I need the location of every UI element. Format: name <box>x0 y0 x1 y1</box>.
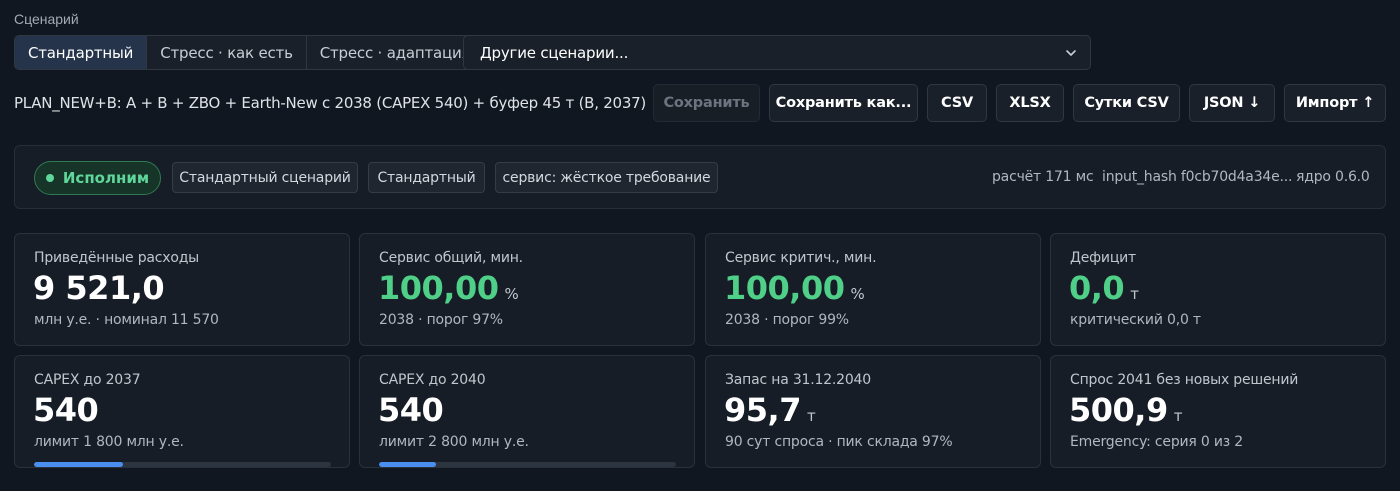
card-label: Сервис общий, мин. <box>379 250 523 266</box>
export-daily-csv-button[interactable]: Сутки CSV <box>1073 84 1180 122</box>
card-sub: млн у.е. · номинал 11 570 <box>34 312 219 328</box>
chevron-down-icon <box>1066 49 1076 56</box>
input-hash: input_hash f0cb70d4a34e... <box>1102 169 1293 185</box>
kpi-card-capex-2037: CAPEX до 2037 540 лимит 1 800 млн у.е. <box>14 355 350 468</box>
card-value: 0,0 <box>1069 269 1125 307</box>
tag-scenario: Стандартный сценарий <box>172 162 358 193</box>
tab-stress-as-is[interactable]: Стресс · как есть <box>147 36 307 69</box>
capex-progress-bar <box>379 462 676 467</box>
card-label: CAPEX до 2040 <box>379 372 486 388</box>
export-csv-button[interactable]: CSV <box>927 84 987 122</box>
kpi-card-deficit: Дефицит 0,0 т критический 0,0 т <box>1050 233 1386 346</box>
export-xlsx-button[interactable]: XLSX <box>996 84 1064 122</box>
card-value: 9 521,0 <box>33 269 165 307</box>
card-label: Дефицит <box>1070 250 1137 266</box>
save-as-button[interactable]: Сохранить как... <box>769 84 918 122</box>
kpi-card-discounted-costs: Приведённые расходы 9 521,0 млн у.е. · н… <box>14 233 350 346</box>
capex-progress-fill <box>34 462 124 467</box>
core-version: ядро 0.6.0 <box>1296 169 1370 185</box>
save-button[interactable]: Сохранить <box>653 84 760 122</box>
card-label: Сервис критич., мин. <box>725 250 877 266</box>
card-sub: критический 0,0 т <box>1070 312 1201 328</box>
card-unit: % <box>850 285 865 303</box>
card-label: CAPEX до 2037 <box>34 372 141 388</box>
tag-service-requirement: сервис: жёсткое требование <box>495 162 718 193</box>
card-sub: 2038 · порог 97% <box>379 312 503 328</box>
card-label: Запас на 31.12.2040 <box>725 372 871 388</box>
import-button[interactable]: Импорт ↑ <box>1284 84 1386 122</box>
scenario-tabs: Стандартный Стресс · как есть Стресс · а… <box>14 35 485 70</box>
tag-standard: Стандартный <box>368 162 485 193</box>
capex-progress-fill <box>379 462 437 467</box>
card-value: 100,00 <box>724 269 845 307</box>
card-label: Спрос 2041 без новых решений <box>1070 372 1299 388</box>
kpi-card-service-total: Сервис общий, мин. 100,00% 2038 · порог … <box>359 233 695 346</box>
card-value: 95,7 <box>724 391 801 429</box>
other-scenarios-select[interactable]: Другие сценарии... <box>463 35 1091 70</box>
card-sub: Emergency: серия 0 из 2 <box>1070 434 1243 450</box>
card-unit: т <box>806 407 816 425</box>
capex-progress-bar <box>34 462 331 467</box>
status-dot-icon <box>45 174 54 182</box>
kpi-card-service-critical: Сервис критич., мин. 100,00% 2038 · поро… <box>705 233 1041 346</box>
calc-time: расчёт 171 мс <box>992 169 1094 185</box>
card-value: 540 <box>378 391 444 429</box>
card-sub: 2038 · порог 99% <box>725 312 849 328</box>
card-unit: т <box>1130 285 1139 303</box>
status-panel: Исполним Стандартный сценарий Стандартны… <box>14 145 1386 209</box>
card-sub: лимит 1 800 млн у.е. <box>34 434 184 450</box>
tab-standard[interactable]: Стандартный <box>15 36 148 69</box>
kpi-card-stock-2040: Запас на 31.12.2040 95,7 т 90 сут спроса … <box>705 355 1041 468</box>
card-value: 540 <box>33 391 99 429</box>
scenario-label: Сценарий <box>14 11 79 27</box>
tab-stress-adaptation[interactable]: Стресс · адаптация <box>307 36 484 69</box>
card-unit: т <box>1173 407 1183 425</box>
kpi-card-demand-2041: Спрос 2041 без новых решений 500,9 т Emer… <box>1050 355 1386 468</box>
export-json-button[interactable]: JSON ↓ <box>1189 84 1275 122</box>
card-value: 500,9 <box>1069 391 1168 429</box>
feasible-badge: Исполним <box>34 161 161 195</box>
kpi-card-capex-2040: CAPEX до 2040 540 лимит 2 800 млн у.е. <box>359 355 695 468</box>
card-sub: 90 сут спроса · пик склада 97% <box>725 434 953 450</box>
feasible-label: Исполним <box>62 169 150 187</box>
other-scenarios-value: Другие сценарии... <box>480 43 629 62</box>
card-label: Приведённые расходы <box>34 250 200 266</box>
card-unit: % <box>504 285 519 303</box>
plan-title: PLAN_NEW+B: A + B + ZBO + Earth-New с 20… <box>14 94 647 112</box>
card-sub: лимит 2 800 млн у.е. <box>379 434 529 450</box>
card-value: 100,00 <box>378 269 499 307</box>
